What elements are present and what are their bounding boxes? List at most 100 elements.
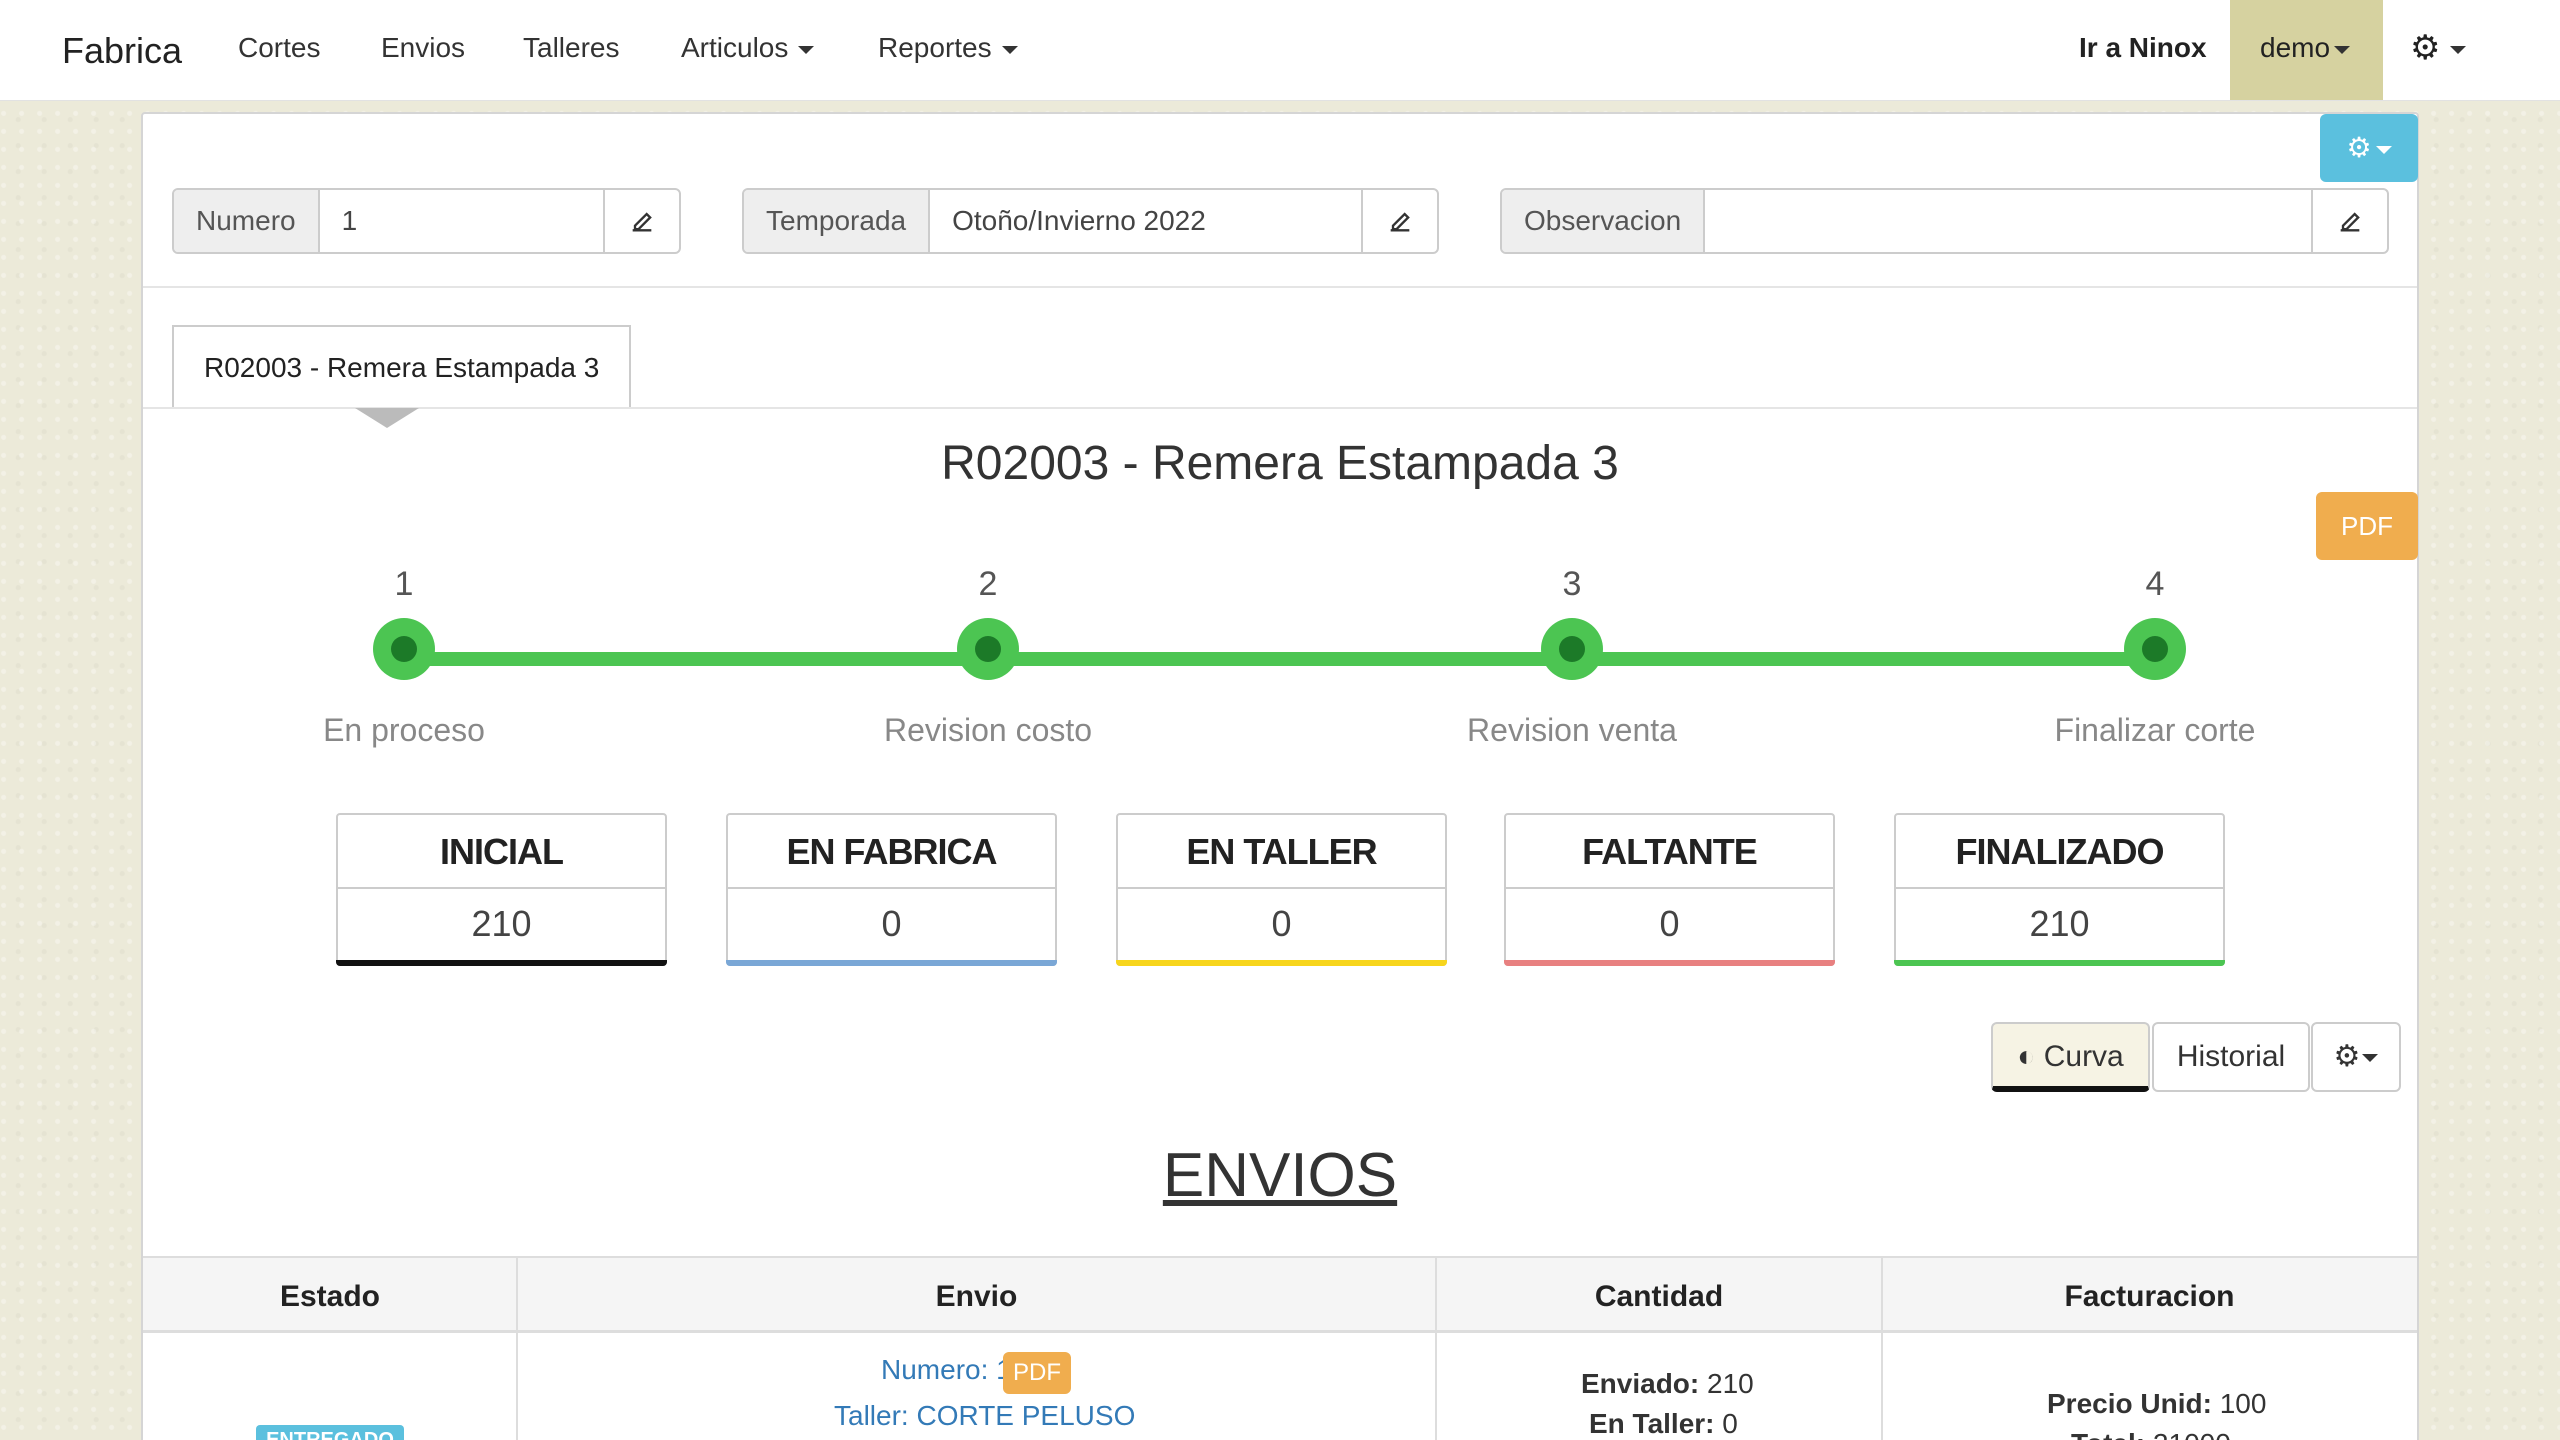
stat-label: FINALIZADO <box>1896 815 2223 889</box>
stat-faltante: FALTANTE 0 <box>1504 813 1835 966</box>
step-4-label: Finalizar corte <box>2054 712 2256 748</box>
col-cantidad: Cantidad <box>1594 1280 1724 1313</box>
nav-articulos-dropdown[interactable]: Articulos <box>681 32 815 64</box>
enviado-value: 210 <box>1707 1368 1754 1399</box>
stat-bar <box>1894 960 2225 966</box>
stat-label: EN FABRICA <box>728 815 1055 889</box>
cantidad-enviado: Enviado: 210 <box>1581 1368 1754 1400</box>
gear-icon: ⚙ <box>2346 132 2372 163</box>
stat-value: 210 <box>471 903 532 944</box>
chevron-down-icon <box>1001 45 1018 54</box>
nav-reportes-label: Reportes <box>878 32 992 63</box>
col-facturacion: Facturacion <box>2064 1280 2235 1313</box>
chevron-down-icon <box>2450 46 2467 55</box>
numero-edit-button[interactable] <box>603 190 679 252</box>
nav-cortes[interactable]: Cortes <box>238 32 320 64</box>
total-value: 21000 <box>2153 1428 2231 1440</box>
tab-articulo[interactable]: R02003 - Remera Estampada 3 <box>172 325 632 409</box>
tab-indicator-arrow <box>355 408 419 428</box>
gear-icon: ⚙ <box>2333 1040 2361 1073</box>
step-4-dot[interactable] <box>2124 618 2186 680</box>
en-taller-label: En Taller: <box>1589 1408 1715 1439</box>
step-1-number: 1 <box>394 565 414 603</box>
stepper-track <box>404 652 2154 666</box>
stat-bar <box>1504 960 1835 966</box>
stat-value: 0 <box>881 903 902 944</box>
temporada-edit-button[interactable] <box>1361 190 1437 252</box>
taller-label: Taller: <box>834 1400 909 1431</box>
user-name: demo <box>2260 32 2331 63</box>
settings-dropdown[interactable]: ⚙ <box>2410 28 2467 68</box>
curva-label: Curva <box>2043 1040 2124 1073</box>
section-title-envios: ENVIOS <box>1162 1141 1398 1210</box>
taller-value: CORTE PELUSO <box>916 1400 1136 1431</box>
edit-icon <box>1390 212 1410 232</box>
top-navbar: Fabrica Cortes Envios Talleres Articulos… <box>0 0 2560 101</box>
divider <box>516 1256 518 1440</box>
precio-label: Precio Unid: <box>2047 1388 2212 1419</box>
chevron-down-icon <box>798 45 815 54</box>
step-2-number: 2 <box>978 565 998 603</box>
table-header: Estado Envio Cantidad Facturacion <box>143 1256 2417 1333</box>
gear-icon: ⚙ <box>2410 29 2441 67</box>
total: Total: 21000 <box>2071 1428 2231 1440</box>
enviado-label: Enviado: <box>1581 1368 1700 1399</box>
envio-pdf-button[interactable]: PDF <box>1003 1352 1071 1394</box>
pdf-button[interactable]: PDF <box>2316 492 2418 560</box>
nav-articulos-label: Articulos <box>681 32 789 63</box>
stat-label: FALTANTE <box>1506 815 1833 889</box>
article-title: R02003 - Remera Estampada 3 <box>941 437 1619 490</box>
stat-value: 0 <box>1271 903 1292 944</box>
stat-bar <box>726 960 1057 966</box>
step-2-dot[interactable] <box>957 618 1019 680</box>
curva-button[interactable]: ◐ Curva <box>1991 1022 2150 1092</box>
chevron-down-icon <box>2334 45 2351 54</box>
main-panel <box>141 112 2419 1440</box>
total-label: Total: <box>2071 1428 2145 1440</box>
en-taller-value: 0 <box>1722 1408 1738 1439</box>
edit-icon <box>2340 212 2360 232</box>
stat-finalizado: FINALIZADO 210 <box>1894 813 2225 966</box>
step-4-number: 4 <box>2145 565 2165 603</box>
step-3-dot[interactable] <box>1541 618 1603 680</box>
actions-dropdown-button[interactable]: ⚙ <box>2311 1022 2401 1092</box>
temporada-label: Temporada <box>744 190 931 252</box>
step-1-label: En proceso <box>323 712 485 748</box>
stat-bar <box>336 960 667 966</box>
observacion-edit-button[interactable] <box>2311 190 2387 252</box>
status-badge: ENTREGADO <box>256 1425 404 1440</box>
numero-input[interactable]: 1 <box>320 190 603 252</box>
historial-button[interactable]: Historial <box>2152 1022 2310 1092</box>
panel-settings-button[interactable]: ⚙ <box>2320 114 2418 182</box>
observacion-label: Observacion <box>1502 190 1706 252</box>
divider <box>143 286 2417 288</box>
envio-taller-link[interactable]: Taller: CORTE PELUSO <box>834 1400 1135 1432</box>
tab-divider <box>143 407 2417 409</box>
step-1-dot[interactable] <box>373 618 435 680</box>
stat-label: INICIAL <box>338 815 665 889</box>
stat-label: EN TALLER <box>1118 815 1445 889</box>
nav-reportes-dropdown[interactable]: Reportes <box>878 32 1018 64</box>
stat-en-taller: EN TALLER 0 <box>1116 813 1447 966</box>
step-3-label: Revision venta <box>1467 712 1677 748</box>
nav-ninox-link[interactable]: Ir a Ninox <box>2079 32 2207 64</box>
step-3-number: 3 <box>1562 565 1582 603</box>
step-2-label: Revision costo <box>883 712 1093 748</box>
precio-value: 100 <box>2219 1388 2267 1419</box>
divider <box>1435 1256 1437 1440</box>
stat-en-fabrica: EN FABRICA 0 <box>726 813 1057 966</box>
observacion-textarea[interactable] <box>1705 190 2311 252</box>
nav-envios[interactable]: Envios <box>381 32 465 64</box>
col-estado: Estado <box>279 1280 381 1313</box>
envio-numero-link[interactable]: Numero: 1 <box>881 1354 1012 1386</box>
user-menu-dropdown[interactable]: demo <box>2230 0 2383 100</box>
stat-value: 210 <box>2029 903 2090 944</box>
precio-unidad: Precio Unid: 100 <box>2047 1388 2266 1420</box>
brand-logo[interactable]: Fabrica <box>62 30 182 72</box>
temporada-input[interactable]: Otoño/Invierno 2022 <box>930 190 1361 252</box>
numero-label: Numero <box>174 190 320 252</box>
nav-talleres[interactable]: Talleres <box>523 32 619 64</box>
contrast-icon: ◐ <box>2017 1040 2036 1073</box>
stat-value: 0 <box>1659 903 1680 944</box>
observacion-field-group: Observacion <box>1500 188 2389 254</box>
